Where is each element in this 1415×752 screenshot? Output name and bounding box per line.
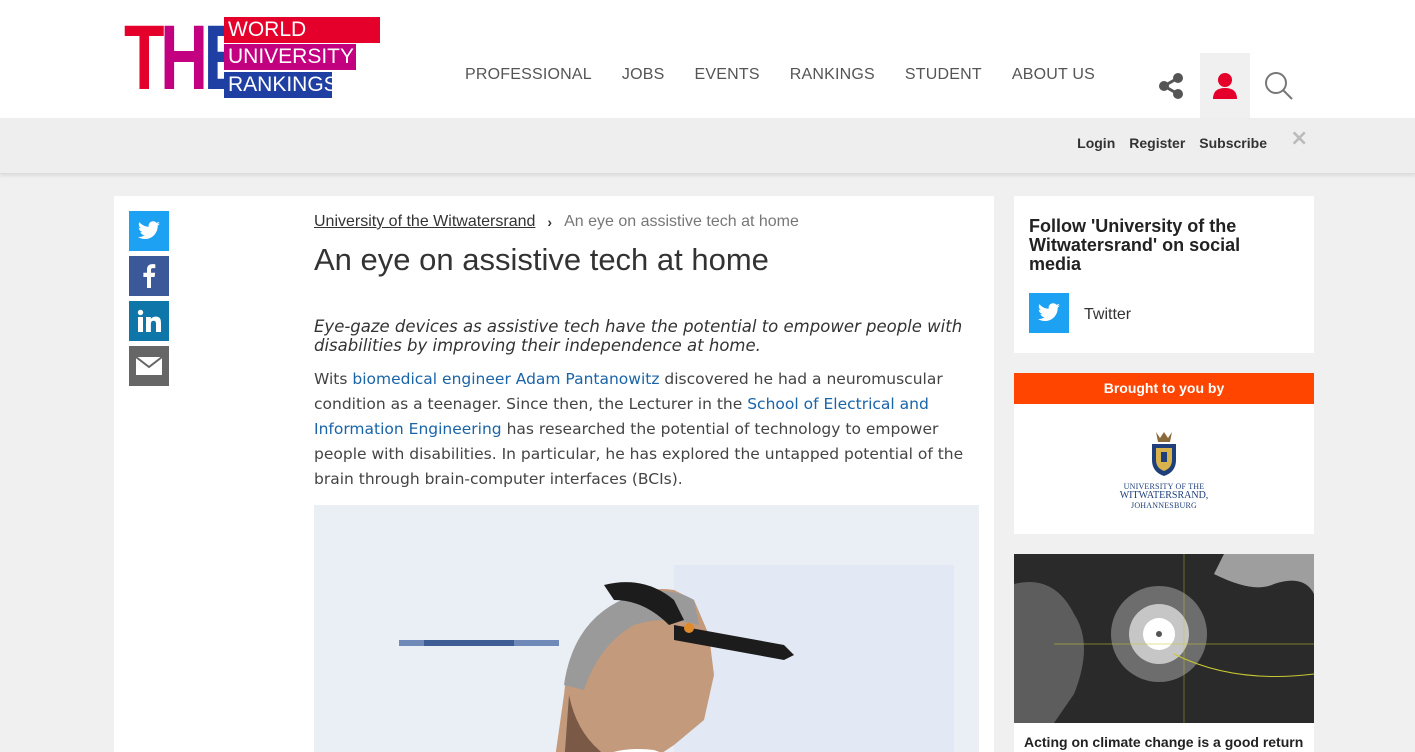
logo-line-world: WORLD: [224, 17, 380, 43]
article-card: University of the Witwatersrand › An eye…: [114, 196, 994, 752]
subscribe-link[interactable]: Subscribe: [1199, 135, 1267, 151]
hero-photo: [314, 505, 979, 752]
share-icon: [1159, 72, 1183, 99]
article-hero-image: [314, 505, 979, 752]
nav-jobs[interactable]: JOBS: [622, 66, 665, 90]
facebook-icon: [143, 264, 156, 288]
promo-caption[interactable]: Acting on climate change is a good retur…: [1024, 734, 1303, 750]
wits-line3: JOHANNESBURG: [1131, 501, 1197, 510]
promo-card[interactable]: Acting on climate change is a good retur…: [1014, 554, 1314, 752]
twitter-label[interactable]: Twitter: [1084, 306, 1131, 324]
article-body-paragraph: Wits biomedical engineer Adam Pantanowit…: [314, 367, 979, 492]
main-nav: PROFESSIONAL JOBS EVENTS RANKINGS STUDEN…: [465, 66, 1095, 90]
register-link[interactable]: Register: [1129, 135, 1185, 151]
breadcrumb: University of the Witwatersrand › An eye…: [314, 213, 799, 231]
breadcrumb-current: An eye on assistive tech at home: [564, 213, 799, 230]
wits-logo[interactable]: UNIVERSITY OF THE WITWATERSRAND, JOHANNE…: [1114, 428, 1214, 510]
chevron-right-icon: ›: [547, 214, 553, 230]
user-icon: [1213, 72, 1237, 99]
nav-events[interactable]: EVENTS: [694, 66, 759, 90]
linkedin-icon: [137, 309, 161, 332]
search-icon: [1265, 71, 1293, 100]
article-title: An eye on assistive tech at home: [314, 242, 769, 277]
login-link[interactable]: Login: [1077, 135, 1115, 151]
logo-line-rankings: RANKINGS: [224, 72, 338, 98]
share-email-button[interactable]: [129, 346, 169, 386]
follow-twitter-button[interactable]: [1029, 293, 1069, 333]
email-icon: [136, 357, 162, 375]
nav-about-us[interactable]: ABOUT US: [1012, 66, 1095, 90]
site-header: THE WORLD UNIVERSITY RANKINGS PROFESSION…: [0, 0, 1415, 118]
follow-title: Follow 'University of the Witwatersrand'…: [1029, 216, 1241, 274]
sponsor-bar: Brought to you by: [1014, 373, 1314, 404]
close-icon[interactable]: ×: [1290, 128, 1308, 150]
breadcrumb-parent-link[interactable]: University of the Witwatersrand: [314, 213, 535, 231]
sponsor-widget: Brought to you by UNIVERSITY OF THE WITW…: [1014, 373, 1314, 534]
share-linkedin-button[interactable]: [129, 301, 169, 341]
article-standfirst: Eye-gaze devices as assistive tech have …: [314, 317, 963, 355]
nav-rankings[interactable]: RANKINGS: [790, 66, 875, 90]
search-button[interactable]: [1254, 53, 1304, 118]
twitter-icon: [1038, 303, 1060, 321]
twitter-icon: [138, 221, 160, 239]
logo-line-university: UNIVERSITY: [224, 44, 356, 70]
account-bar: Login Register Subscribe: [0, 118, 1415, 174]
nav-student[interactable]: STUDENT: [905, 66, 982, 90]
follow-widget: Follow 'University of the Witwatersrand'…: [1014, 196, 1314, 353]
promo-satellite-image: [1014, 554, 1314, 723]
share-bar: [129, 211, 169, 391]
the-logo[interactable]: THE WORLD UNIVERSITY RANKINGS: [124, 12, 380, 104]
wits-crest-icon: [1152, 432, 1176, 476]
body-text: Wits: [314, 370, 353, 388]
share-button[interactable]: [1146, 53, 1196, 118]
satellite-photo: [1014, 554, 1314, 723]
account-links: Login Register Subscribe: [1077, 135, 1267, 151]
share-facebook-button[interactable]: [129, 256, 169, 296]
share-twitter-button[interactable]: [129, 211, 169, 251]
body-link-adam-pantanowitz[interactable]: biomedical engineer Adam Pantanowitz: [352, 370, 659, 388]
account-button[interactable]: [1200, 53, 1250, 118]
nav-professional[interactable]: PROFESSIONAL: [465, 66, 592, 90]
wits-line2: WITWATERSRAND,: [1119, 490, 1209, 501]
